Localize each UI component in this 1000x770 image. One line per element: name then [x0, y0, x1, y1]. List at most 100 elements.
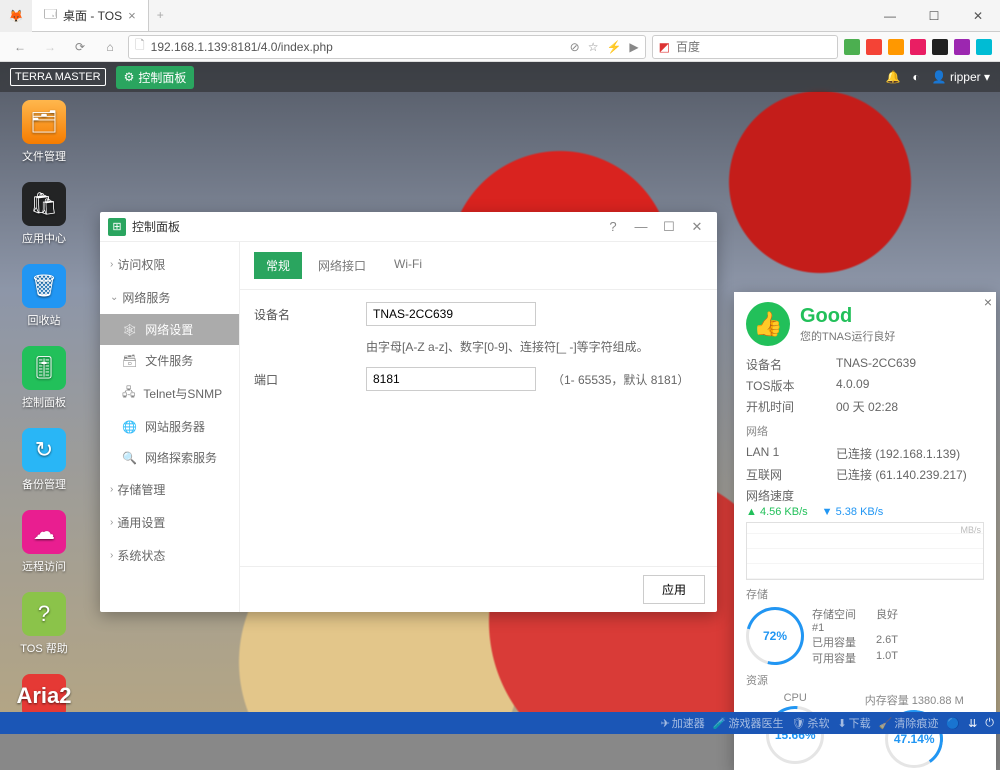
sidebar-item-icon: 🕸: [122, 323, 137, 337]
window-minimize-button[interactable]: —: [868, 0, 912, 31]
ext-icon[interactable]: [910, 39, 926, 55]
cp-titlebar[interactable]: ⊞ 控制面板 ? — ☐ ✕: [100, 212, 717, 242]
cp-tab[interactable]: 常规: [254, 252, 302, 279]
chevron-icon: ›: [110, 259, 113, 270]
tab-close-icon[interactable]: ×: [128, 8, 136, 23]
device-name-input[interactable]: [366, 302, 536, 326]
nav-forward-button[interactable]: →: [38, 35, 62, 59]
ext-icon[interactable]: [888, 39, 904, 55]
taskbar-tray-icon[interactable]: ⏻: [985, 717, 994, 730]
cp-sidebar-item[interactable]: 🖧Telnet与SNMP: [100, 376, 239, 411]
addr-bolt-icon[interactable]: ⚡: [606, 40, 621, 54]
address-input[interactable]: [151, 40, 564, 54]
desktop-icon[interactable]: ☁远程访问: [14, 510, 74, 574]
kv-key: 存储空间 #1: [812, 606, 868, 634]
kv-value: 1.0T: [876, 650, 898, 666]
nav-reload-button[interactable]: ⟳: [68, 35, 92, 59]
topbar-chip-label: 控制面板: [138, 69, 186, 86]
desktop-icon-label: 远程访问: [22, 558, 66, 574]
cp-tab[interactable]: 网络接口: [306, 252, 378, 279]
kv-row: 设备名TNAS-2CC639: [746, 354, 984, 375]
kv-row: 存储空间 #1 良好: [812, 606, 898, 634]
ext-icon[interactable]: [844, 39, 860, 55]
cp-sidebar-category[interactable]: ›访问权限: [100, 248, 239, 281]
desktop-icon-tile: ↻: [22, 428, 66, 472]
taskbar-tray-icon[interactable]: 🔵: [946, 717, 960, 730]
kv-key: LAN 1: [746, 445, 836, 462]
taskbar-item[interactable]: ⬇ 下载: [837, 715, 870, 731]
cp-sidebar-item[interactable]: 🗃文件服务: [100, 345, 239, 376]
ext-icon[interactable]: [976, 39, 992, 55]
apply-button[interactable]: 应用: [643, 575, 705, 604]
desktop-icon[interactable]: 🛍应用中心: [14, 182, 74, 246]
sidebar-item-icon: 🌐: [122, 420, 137, 434]
desktop-icons: 🗂文件管理🛍应用中心🗑回收站🎚控制面板↻备份管理☁远程访问?TOS 帮助Aria…: [14, 100, 74, 734]
kv-value: 良好: [876, 606, 898, 634]
taskbar-item[interactable]: ✈ 加速器: [661, 715, 705, 731]
status-popover: × 👍 Good 您的TNAS运行良好 设备名TNAS-2CC639TOS版本4…: [734, 292, 996, 770]
cp-category-label: 通用设置: [117, 514, 165, 531]
cp-form: 设备名 由字母[A-Z a-z]、数字[0-9]、连接符[_ -]等字符组成。 …: [240, 290, 717, 403]
window-close-button[interactable]: ✕: [956, 0, 1000, 31]
search-engine-icon: ◩: [659, 40, 670, 54]
taskbar-item[interactable]: 🧹 清除痕迹: [879, 715, 939, 731]
desktop-icon-label: 备份管理: [22, 476, 66, 492]
chevron-icon: ⌄: [110, 292, 118, 303]
kv-value: [836, 487, 984, 504]
chevron-icon: ›: [110, 517, 113, 528]
cp-sidebar-item[interactable]: 🔍网络探索服务: [100, 442, 239, 473]
brand-logo: TERRA MASTER: [10, 68, 106, 86]
desktop-icon[interactable]: 🗑回收站: [14, 264, 74, 328]
cp-maximize-button[interactable]: ☐: [657, 219, 681, 235]
cp-sidebar-category[interactable]: ⌄网络服务: [100, 281, 239, 314]
desktop-icon[interactable]: 🗂文件管理: [14, 100, 74, 164]
cp-help-button[interactable]: ?: [601, 219, 625, 235]
cpu-label: CPU: [784, 692, 807, 704]
desktop-icon-tile: ?: [22, 592, 66, 636]
status-icon[interactable]: ◐: [912, 70, 919, 84]
address-bar[interactable]: 🗋 ⊘ ☆ ⚡ ▶: [128, 35, 646, 59]
section-storage-label: 存储: [746, 586, 984, 602]
desktop-icon[interactable]: ?TOS 帮助: [14, 592, 74, 656]
ext-icon[interactable]: [954, 39, 970, 55]
addr-stop-icon[interactable]: ⊘: [570, 40, 580, 54]
kv-value: 4.0.09: [836, 377, 984, 394]
desktop-icon[interactable]: 🎚控制面板: [14, 346, 74, 410]
sidebar-item-icon: 🖧: [122, 383, 135, 404]
kv-value: 00 天 02:28: [836, 398, 984, 415]
desktop-icon-label: 控制面板: [22, 394, 66, 410]
browser-tab[interactable]: 🗔 桌面 - TOS ×: [32, 0, 149, 31]
window-maximize-button[interactable]: ☐: [912, 0, 956, 31]
taskbar-tray-icon[interactable]: ⇊: [968, 717, 977, 730]
cp-minimize-button[interactable]: —: [629, 219, 653, 235]
browser-extensions: [844, 39, 992, 55]
ext-icon[interactable]: [932, 39, 948, 55]
status-close-button[interactable]: ×: [984, 294, 992, 310]
cp-sidebar-item[interactable]: 🕸网络设置: [100, 314, 239, 345]
search-bar[interactable]: ◩: [652, 35, 838, 59]
nav-back-button[interactable]: ←: [8, 35, 32, 59]
port-input[interactable]: [366, 367, 536, 391]
cp-sidebar-category[interactable]: ›存储管理: [100, 473, 239, 506]
addr-play-icon[interactable]: ▶: [629, 40, 638, 54]
cp-sidebar-category[interactable]: › 通用设置: [100, 506, 239, 539]
bell-icon[interactable]: 🔔: [885, 70, 900, 84]
taskbar-item[interactable]: 🧪 游戏器医生: [713, 715, 784, 731]
taskbar-item[interactable]: 🛡 杀软: [791, 715, 829, 731]
kv-row: 已用容量2.6T: [812, 634, 898, 650]
search-input[interactable]: [676, 40, 831, 54]
cp-sidebar-category[interactable]: ›系统状态: [100, 539, 239, 572]
ext-icon[interactable]: [866, 39, 882, 55]
addr-star-icon[interactable]: ☆: [588, 40, 599, 54]
nav-home-button[interactable]: ⌂: [98, 35, 122, 59]
cp-close-button[interactable]: ✕: [685, 219, 709, 235]
topbar-chip[interactable]: ⚙ 控制面板: [116, 66, 195, 89]
new-tab-button[interactable]: +: [149, 0, 172, 31]
kv-row: TOS版本4.0.09: [746, 375, 984, 396]
user-menu[interactable]: 👤 ripper ▾: [932, 70, 990, 84]
desktop-icon[interactable]: ↻ 备份管理: [14, 428, 74, 492]
cp-tab[interactable]: Wi-Fi: [382, 252, 434, 279]
tos-desktop: TERRA MASTER ⚙ 控制面板 🔔 ◐ 👤 ripper ▾ 🗂文件管理…: [0, 62, 1000, 712]
cp-sidebar-item[interactable]: 🌐网站服务器: [100, 411, 239, 442]
storage-rows: 存储空间 #1良好已用容量2.6T可用容量1.0T: [812, 606, 898, 666]
